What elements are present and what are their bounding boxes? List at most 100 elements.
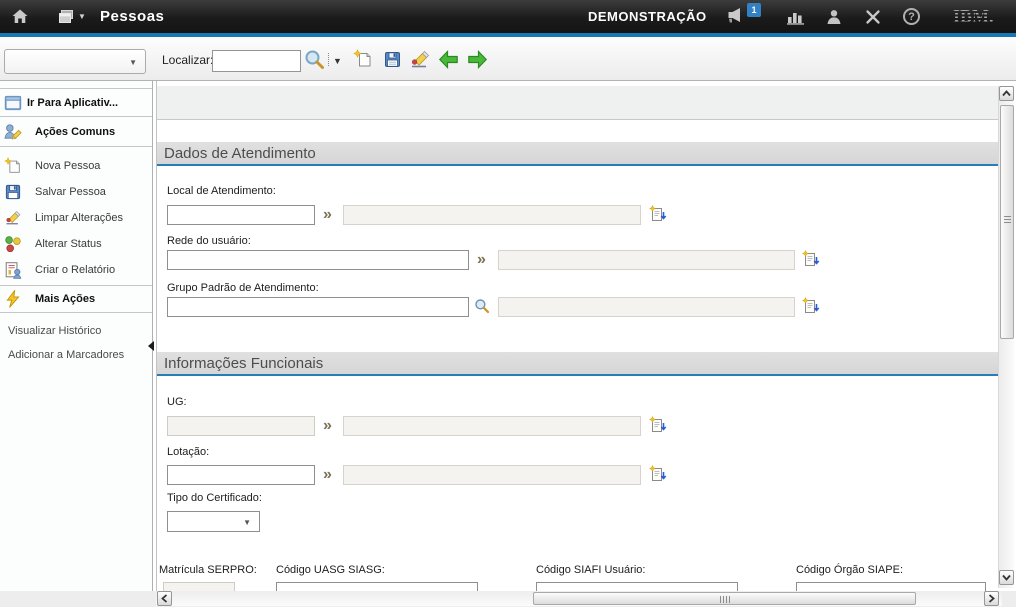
arrow-right-icon (467, 50, 488, 69)
applications-icon (57, 9, 75, 25)
tipo-certificado-value (168, 516, 172, 528)
horizontal-scrollbar[interactable] (156, 591, 1002, 606)
chevron-up-icon (1002, 90, 1011, 97)
query-dropdown-caret-icon: ▼ (129, 58, 137, 67)
new-record-button[interactable] (351, 48, 375, 70)
scroll-right-button[interactable] (984, 591, 999, 606)
announcements-button[interactable] (724, 0, 748, 33)
sidebar-item-nova-pessoa[interactable]: Nova Pessoa (0, 153, 152, 179)
environment-label: DEMONSTRAÇÃO (588, 9, 707, 24)
lotacao-description (343, 465, 641, 485)
local-atendimento-input[interactable] (167, 205, 315, 225)
field-label: Tipo do Certificado: (167, 492, 262, 504)
search-options-caret-icon[interactable]: ▼ (333, 56, 342, 66)
scroll-down-button[interactable] (999, 570, 1014, 585)
scroll-up-button[interactable] (999, 86, 1014, 101)
search-button[interactable] (302, 48, 326, 70)
grupo-padrao-description (498, 297, 795, 317)
bar-chart-icon (786, 9, 806, 25)
save-icon (4, 183, 22, 201)
environment-label-container: DEMONSTRAÇÃO (588, 0, 707, 33)
field-label: Rede do usuário: (167, 235, 251, 247)
reports-button[interactable] (786, 0, 806, 33)
page-title: Pessoas (100, 8, 164, 25)
sidebar-collapse-handle[interactable] (148, 341, 154, 351)
section-header-informacoes-funcionais: Informações Funcionais (157, 352, 998, 376)
clear-changes-button[interactable] (408, 48, 432, 70)
home-icon (11, 8, 29, 25)
thumb-grip (1004, 216, 1011, 224)
ug-description (343, 416, 641, 436)
field-label: Grupo Padrão de Atendimento: (167, 282, 319, 294)
profile-button[interactable] (825, 0, 843, 33)
sidebar-item-limpar-alteracoes[interactable]: Limpar Alterações (0, 205, 152, 231)
sidebar-section-more-actions[interactable]: Mais Ações (0, 285, 152, 313)
top-navigation-bar: ▼ Pessoas DEMONSTRAÇÃO 1 (0, 0, 1016, 33)
sidebar-item-label: Adicionar a Marcadores (8, 349, 124, 361)
help-button[interactable]: ? (903, 0, 920, 33)
lotacao-input[interactable] (167, 465, 315, 485)
ug-input (167, 416, 315, 436)
home-button[interactable] (11, 0, 29, 33)
close-icon (864, 8, 882, 26)
new-document-icon (4, 157, 22, 175)
detail-menu-icon[interactable] (649, 465, 667, 483)
rede-usuario-input[interactable] (167, 250, 469, 270)
sidebar-item-label: Alterar Status (35, 238, 102, 250)
content-header-strip (157, 86, 998, 120)
sidebar-item-salvar-pessoa[interactable]: Salvar Pessoa (0, 179, 152, 205)
applications-menu-button[interactable]: ▼ (57, 0, 86, 33)
localizar-input[interactable] (212, 50, 301, 72)
vertical-scrollbar[interactable] (998, 86, 1014, 588)
applications-caret-icon: ▼ (78, 12, 86, 21)
detail-menu-icon[interactable] (649, 205, 667, 223)
go-to-chevron-icon[interactable]: » (477, 251, 486, 269)
sidebar-item-go-to-applications[interactable]: Ir Para Aplicativ... (0, 88, 152, 117)
field-label: Lotação: (167, 446, 209, 458)
localizar-label: Localizar: (162, 53, 213, 67)
scroll-left-button[interactable] (157, 591, 172, 606)
grupo-padrao-input[interactable] (167, 297, 469, 317)
sidebar-item-adicionar-marcadores[interactable]: Adicionar a Marcadores (0, 343, 152, 367)
field-label: UG: (167, 396, 187, 408)
save-button[interactable] (380, 48, 404, 70)
select-value-search-icon[interactable] (474, 298, 492, 316)
sidebar-item-label: Nova Pessoa (35, 160, 100, 172)
field-label: Código Órgão SIAPE: (796, 564, 903, 576)
arrow-left-icon (438, 50, 459, 69)
previous-record-button[interactable] (436, 48, 460, 70)
thumb-grip (720, 596, 730, 603)
sidebar-item-label: Limpar Alterações (35, 212, 123, 224)
go-to-chevron-icon[interactable]: » (323, 206, 332, 224)
sidebar-item-visualizar-historico[interactable]: Visualizar Histórico (0, 319, 152, 343)
go-to-chevron-icon[interactable]: » (323, 466, 332, 484)
sidebar-item-label: Criar o Relatório (35, 264, 115, 276)
ibm-logo: IBM. (953, 6, 994, 27)
sidebar-item-alterar-status[interactable]: Alterar Status (0, 231, 152, 257)
field-label: Código UASG SIASG: (276, 564, 385, 576)
sidebar: Ir Para Aplicativ... Ações Comuns Nova P… (0, 81, 153, 591)
query-dropdown[interactable]: ▼ (4, 49, 146, 74)
window-icon (4, 94, 22, 112)
vertical-scrollbar-thumb[interactable] (1000, 105, 1014, 339)
sidebar-section-common-actions[interactable]: Ações Comuns (0, 117, 152, 147)
horizontal-scrollbar-thumb[interactable] (533, 592, 916, 605)
rede-usuario-description (498, 250, 795, 270)
section-title: Dados de Atendimento (164, 145, 316, 162)
user-icon (825, 9, 843, 25)
field-label: Código SIAFI Usuário: (536, 564, 645, 576)
logout-button[interactable] (864, 0, 882, 33)
detail-menu-icon[interactable] (802, 297, 820, 315)
field-label: Local de Atendimento: (167, 185, 276, 197)
field-label: Matrícula SERPRO: (159, 564, 257, 576)
sidebar-item-criar-relatorio[interactable]: Criar o Relatório (0, 257, 152, 283)
chevron-left-icon (161, 594, 168, 603)
sidebar-item-label: Ir Para Aplicativ... (27, 97, 118, 109)
megaphone-icon (724, 8, 748, 25)
tipo-certificado-select[interactable]: ▼ (167, 511, 260, 532)
search-icon (304, 49, 325, 70)
go-to-chevron-icon[interactable]: » (323, 417, 332, 435)
detail-menu-icon[interactable] (802, 250, 820, 268)
next-record-button[interactable] (465, 48, 489, 70)
detail-menu-icon[interactable] (649, 416, 667, 434)
